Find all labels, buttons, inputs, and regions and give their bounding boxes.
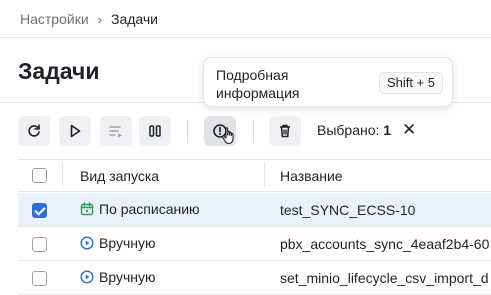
select-all-checkbox[interactable] xyxy=(32,168,47,183)
clear-selection-button[interactable]: ✕ xyxy=(402,121,416,138)
toolbar-divider-2 xyxy=(253,120,254,142)
task-name-cell: test_SYNC_ECSS-10 xyxy=(280,202,416,218)
row-checkbox[interactable] xyxy=(32,237,47,252)
tooltip-text: Подробная информация xyxy=(216,67,300,101)
launch-type-text: По расписанию xyxy=(99,201,200,217)
refresh-button[interactable] xyxy=(18,116,50,146)
selected-count-value: 1 xyxy=(383,122,392,138)
breadcrumb: Настройки › Задачи xyxy=(20,10,158,28)
hand-cursor-icon xyxy=(222,127,234,145)
column-header-name[interactable]: Название xyxy=(280,168,343,184)
column-divider xyxy=(62,162,63,188)
selected-count-label: Выбрано: 1 xyxy=(317,122,391,138)
table-row[interactable]: По расписанию test_SYNC_ECSS-10 xyxy=(18,193,491,227)
breadcrumb-link-settings[interactable]: Настройки xyxy=(20,11,89,27)
launch-type-text: Вручную xyxy=(99,269,156,285)
table-row[interactable]: Вручную pbx_accounts_sync_4eaaf2b4-60 xyxy=(18,227,491,261)
column-header-launch-type[interactable]: Вид запуска xyxy=(80,168,159,184)
breadcrumb-current: Задачи xyxy=(111,11,159,27)
trash-icon xyxy=(280,124,290,138)
row-checkbox[interactable] xyxy=(32,271,47,286)
task-name-cell: set_minio_lifecycle_csv_import_d xyxy=(280,270,489,286)
launch-type-cell: По расписанию xyxy=(80,201,200,217)
launch-type-cell: Вручную xyxy=(80,235,156,251)
queue-button[interactable] xyxy=(100,116,132,146)
run-button[interactable] xyxy=(59,116,91,146)
pause-icon xyxy=(149,125,161,137)
selected-label-text: Выбрано: xyxy=(317,122,380,138)
refresh-icon xyxy=(28,124,40,137)
calendar-icon xyxy=(80,202,94,216)
task-name-cell: pbx_accounts_sync_4eaaf2b4-60 xyxy=(280,236,490,252)
play-circle-icon xyxy=(80,270,94,284)
delete-button[interactable] xyxy=(269,116,301,146)
column-divider xyxy=(264,162,265,188)
header-divider xyxy=(0,37,491,38)
toolbar-divider xyxy=(187,120,188,142)
row-checkbox[interactable] xyxy=(32,203,47,218)
table-row[interactable]: Вручную set_minio_lifecycle_csv_import_d xyxy=(18,261,491,295)
launch-type-cell: Вручную xyxy=(80,269,156,285)
page-title: Задачи xyxy=(18,58,100,84)
breadcrumb-separator: › xyxy=(97,11,102,27)
tooltip-shortcut: Shift + 5 xyxy=(378,72,443,94)
details-tooltip: Подробная информация Shift + 5 xyxy=(203,57,453,107)
launch-type-text: Вручную xyxy=(99,235,156,251)
play-circle-icon xyxy=(80,236,94,250)
queue-icon xyxy=(109,126,122,138)
pause-button[interactable] xyxy=(139,116,171,146)
play-icon xyxy=(70,124,81,138)
